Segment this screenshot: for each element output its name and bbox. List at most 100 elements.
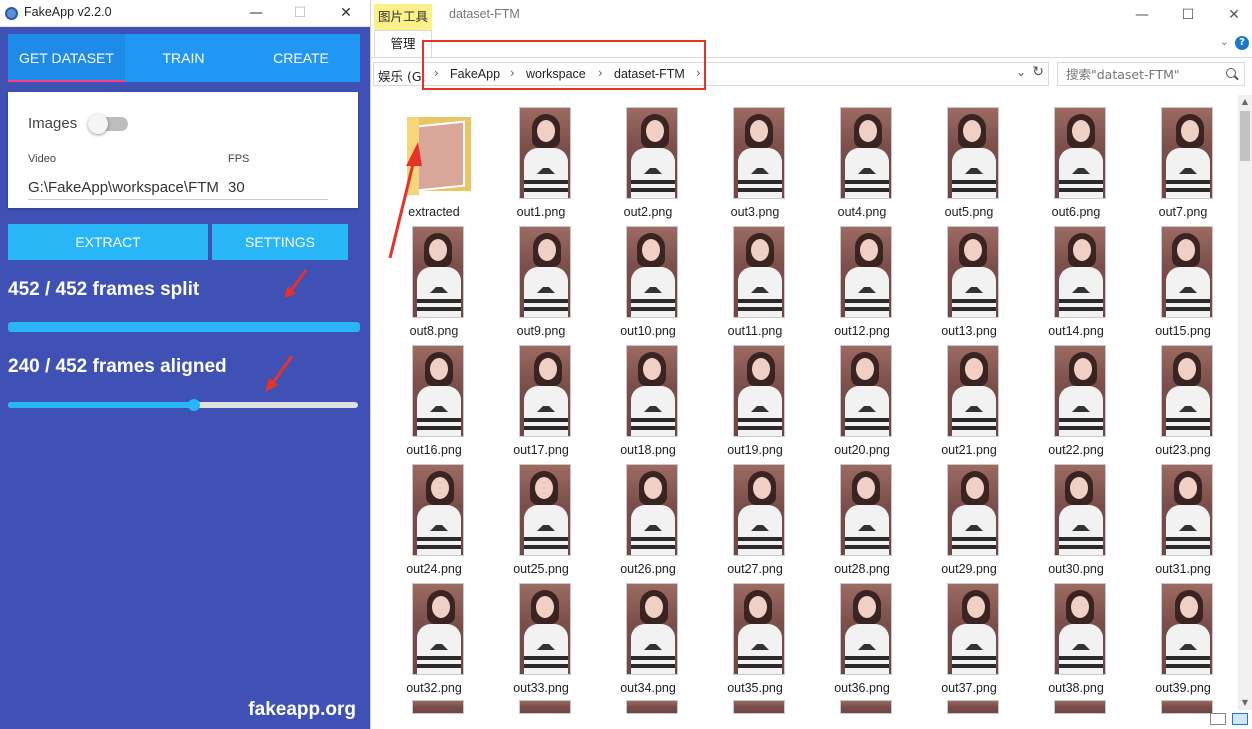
frames-aligned-status: 240 / 452 frames aligned [8, 356, 227, 377]
file-item[interactable]: out19.png [702, 339, 802, 457]
image-thumbnail-icon [1054, 345, 1106, 437]
picture-tools-tab[interactable]: 图片工具 [374, 4, 432, 30]
file-item[interactable]: out33.png [488, 577, 588, 695]
file-item[interactable]: out3.png [702, 101, 802, 219]
file-item[interactable]: out6.png [1023, 101, 1123, 219]
file-item[interactable]: out23.png [1130, 339, 1230, 457]
vertical-scrollbar[interactable]: ▲ ▼ [1238, 95, 1252, 710]
file-item[interactable]: out24.png [381, 458, 481, 576]
file-item[interactable]: out21.png [916, 339, 1016, 457]
annotation-highlight-box [422, 40, 706, 90]
video-path-input[interactable] [28, 176, 228, 200]
address-dropdown-icon[interactable]: ⌄ [1016, 65, 1026, 79]
file-item[interactable]: out17.png [488, 339, 588, 457]
fps-input[interactable] [228, 176, 328, 200]
file-item[interactable]: out38.png [1023, 577, 1123, 695]
file-item[interactable]: out29.png [916, 458, 1016, 576]
file-item[interactable]: out12.png [809, 220, 909, 338]
file-name: out13.png [941, 324, 997, 338]
file-name: out16.png [406, 443, 462, 457]
tab-get-dataset[interactable]: GET DATASET [8, 34, 125, 82]
file-item[interactable]: out22.png [1023, 339, 1123, 457]
file-name: out12.png [834, 324, 890, 338]
image-thumbnail-icon [1054, 700, 1106, 714]
settings-button[interactable]: SETTINGS [212, 224, 348, 260]
images-toggle[interactable] [88, 114, 128, 134]
file-name: out29.png [941, 562, 997, 576]
tab-create[interactable]: CREATE [242, 34, 360, 82]
scroll-thumb[interactable] [1240, 111, 1250, 161]
file-name: out28.png [834, 562, 890, 576]
image-thumbnail-icon [412, 345, 464, 437]
file-name: out35.png [727, 681, 783, 695]
file-item[interactable]: out2.png [595, 101, 695, 219]
file-item[interactable]: out39.png [1130, 577, 1230, 695]
file-item[interactable]: out11.png [702, 220, 802, 338]
image-thumbnail-icon [1054, 107, 1106, 199]
maximize-button[interactable]: ☐ [278, 0, 322, 27]
search-input[interactable] [1066, 66, 1216, 83]
drive-label[interactable]: 娱乐 (G: [378, 66, 426, 85]
split-progress-bar [8, 322, 360, 332]
file-item[interactable]: out27.png [702, 458, 802, 576]
file-item[interactable]: out26.png [595, 458, 695, 576]
search-box[interactable] [1057, 62, 1245, 86]
file-item[interactable]: out10.png [595, 220, 695, 338]
large-icons-view-icon[interactable] [1232, 713, 1248, 725]
explorer-close-button[interactable]: ✕ [1211, 0, 1252, 30]
aligned-progress-knob [187, 399, 200, 411]
scroll-up-icon[interactable]: ▲ [1238, 95, 1252, 109]
file-item[interactable]: out18.png [595, 339, 695, 457]
details-view-icon[interactable] [1210, 713, 1226, 725]
image-thumbnail-icon [1161, 226, 1213, 318]
image-thumbnail-icon [519, 700, 571, 714]
search-icon[interactable] [1226, 68, 1236, 78]
explorer-maximize-button[interactable]: ☐ [1165, 0, 1211, 30]
minimize-button[interactable]: — [234, 0, 278, 27]
file-item[interactable]: out25.png [488, 458, 588, 576]
image-thumbnail-icon [626, 700, 678, 714]
file-item[interactable]: out31.png [1130, 458, 1230, 576]
file-item[interactable]: out34.png [595, 577, 695, 695]
footer-link[interactable]: fakeapp.org [248, 699, 356, 721]
image-thumbnail-icon [1161, 583, 1213, 675]
scroll-down-icon[interactable]: ▼ [1238, 696, 1252, 710]
file-item[interactable]: out13.png [916, 220, 1016, 338]
file-item[interactable]: out7.png [1130, 101, 1230, 219]
tab-train[interactable]: TRAIN [125, 34, 242, 82]
file-item[interactable]: out1.png [488, 101, 588, 219]
close-button[interactable]: ✕ [324, 0, 368, 27]
file-item[interactable]: out5.png [916, 101, 1016, 219]
explorer-minimize-button[interactable]: — [1119, 0, 1165, 30]
file-item[interactable]: out20.png [809, 339, 909, 457]
file-item[interactable]: out28.png [809, 458, 909, 576]
image-thumbnail-icon [626, 464, 678, 556]
file-item[interactable]: out35.png [702, 577, 802, 695]
file-item[interactable]: out9.png [488, 220, 588, 338]
refresh-icon[interactable]: ↻ [1032, 64, 1044, 80]
file-item[interactable]: out32.png [381, 577, 481, 695]
file-name: out21.png [941, 443, 997, 457]
image-thumbnail-icon [519, 345, 571, 437]
help-icon[interactable]: ? [1235, 36, 1249, 50]
extract-button[interactable]: EXTRACT [8, 224, 208, 260]
file-name: out31.png [1155, 562, 1211, 576]
file-item[interactable]: out15.png [1130, 220, 1230, 338]
file-item[interactable]: out14.png [1023, 220, 1123, 338]
file-item[interactable]: out16.png [381, 339, 481, 457]
file-item[interactable]: out36.png [809, 577, 909, 695]
image-thumbnail-icon [840, 700, 892, 714]
file-name: out23.png [1155, 443, 1211, 457]
file-item[interactable]: out37.png [916, 577, 1016, 695]
image-thumbnail-icon [733, 107, 785, 199]
file-item[interactable]: out30.png [1023, 458, 1123, 576]
image-thumbnail-icon [733, 700, 785, 714]
file-item[interactable]: out4.png [809, 101, 909, 219]
toggle-knob [88, 114, 108, 134]
file-name: out20.png [834, 443, 890, 457]
image-thumbnail-icon [412, 583, 464, 675]
fakeapp-logo-icon [5, 7, 18, 20]
file-name: out11.png [727, 324, 783, 338]
ribbon-expand-chevron-icon[interactable]: ⌄ [1220, 35, 1229, 48]
fps-label: FPS [228, 153, 250, 165]
